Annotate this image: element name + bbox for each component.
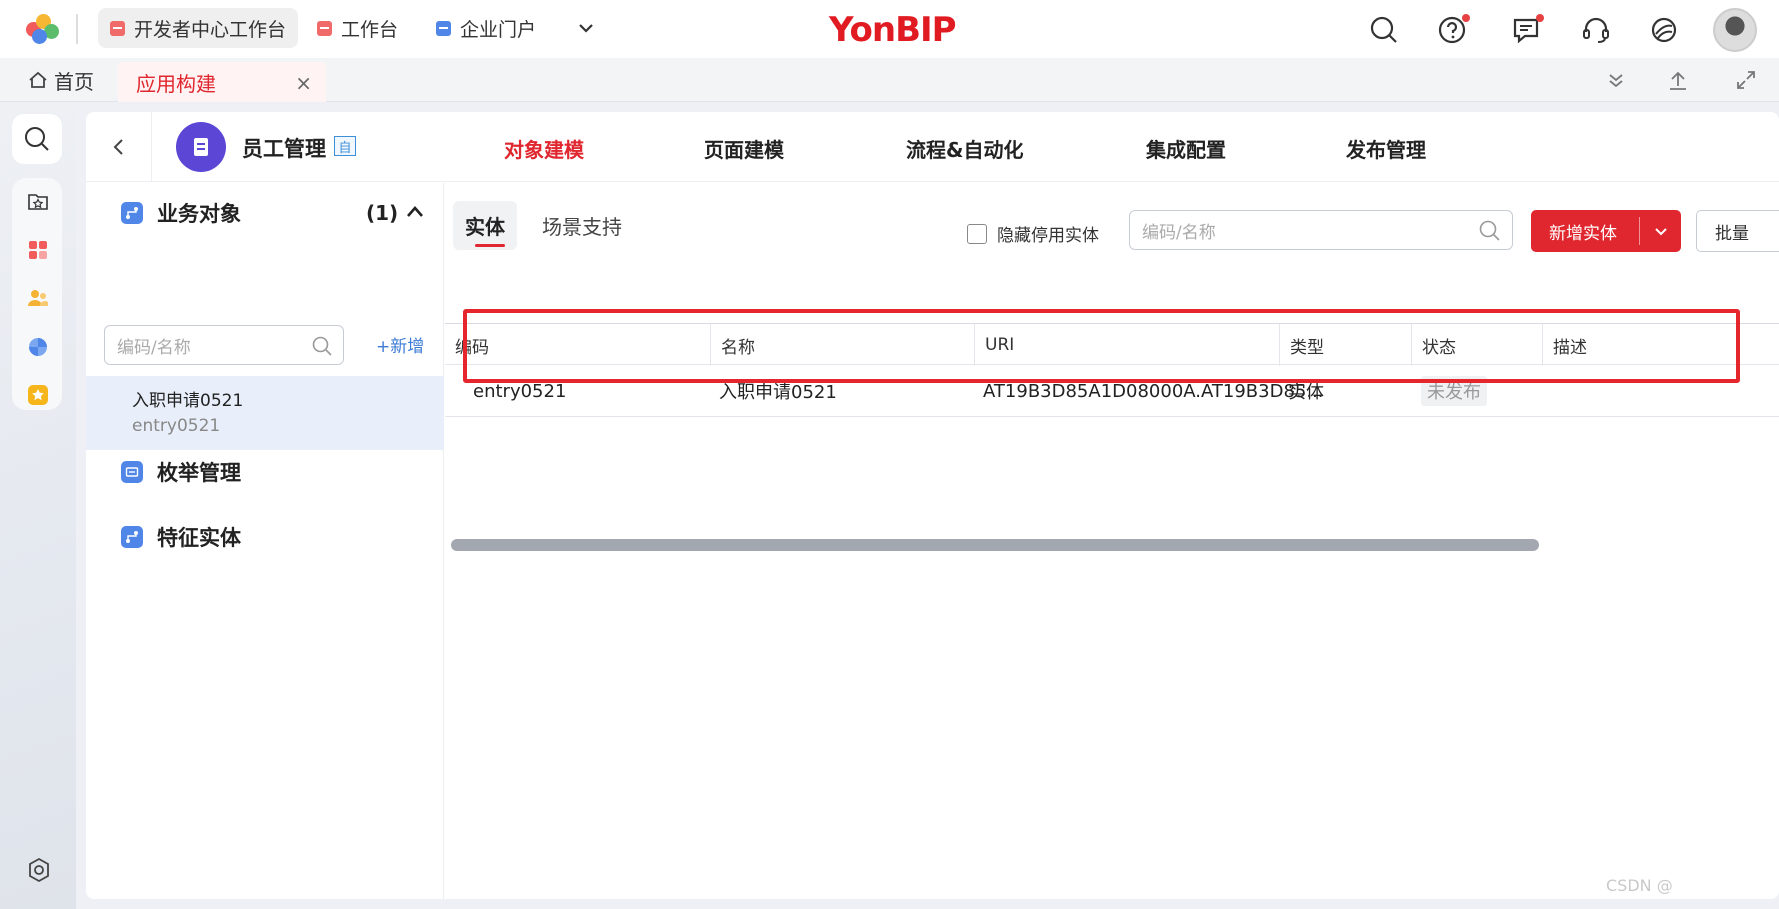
flow-icon bbox=[121, 526, 143, 548]
workbench-icon bbox=[110, 20, 125, 36]
star-badge-icon[interactable] bbox=[27, 384, 49, 406]
tab-label: 企业门户 bbox=[460, 18, 537, 41]
tab-entity[interactable]: 实体 bbox=[453, 201, 517, 250]
horizontal-scrollbar[interactable] bbox=[451, 539, 1539, 551]
tree-group-business-objects[interactable]: 业务对象 bbox=[121, 198, 241, 228]
highlight-annotation bbox=[463, 309, 1740, 383]
tab-label: 应用构建 bbox=[136, 71, 216, 96]
tree-group-enum-management[interactable]: 枚举管理 bbox=[121, 457, 241, 487]
chevron-down-icon[interactable] bbox=[576, 18, 596, 38]
entity-content: 实体 场景支持 隐藏停用实体 编码/名称 新增实体 批量 编码 名称 URI 类… bbox=[445, 183, 1779, 899]
user-avatar[interactable] bbox=[1713, 8, 1757, 52]
tab-label: 首页 bbox=[54, 69, 94, 94]
chevron-left-icon bbox=[113, 139, 123, 155]
notification-dot bbox=[1462, 14, 1470, 22]
message-icon[interactable] bbox=[1510, 14, 1544, 46]
settings-icon[interactable] bbox=[26, 857, 52, 883]
apps-grid-icon[interactable] bbox=[27, 239, 49, 261]
search-icon bbox=[25, 127, 49, 151]
home-icon bbox=[29, 71, 47, 88]
tab-process-automation[interactable]: 流程&自动化 bbox=[906, 134, 1023, 163]
tab-app-build[interactable]: 应用构建 × bbox=[118, 62, 326, 102]
fullscreen-icon[interactable] bbox=[1734, 68, 1758, 92]
flow-icon bbox=[121, 202, 143, 224]
help-icon[interactable] bbox=[1436, 14, 1470, 46]
tree-group-feature-entities[interactable]: 特征实体 bbox=[121, 522, 241, 552]
add-entity-label: 新增实体 bbox=[1549, 223, 1617, 244]
main-panel: 员工管理 自 对象建模 页面建模 流程&自动化 集成配置 发布管理 业务对象 (… bbox=[86, 112, 1779, 899]
tab-page-modeling[interactable]: 页面建模 bbox=[704, 134, 784, 163]
tab-home[interactable]: 首页 bbox=[28, 58, 94, 102]
checkbox-box bbox=[967, 223, 987, 244]
checkbox-label: 隐藏停用实体 bbox=[997, 226, 1099, 246]
brand-logo: YonBIP bbox=[829, 10, 957, 50]
users-icon[interactable] bbox=[27, 287, 49, 309]
tab-scene-support[interactable]: 场景支持 bbox=[530, 201, 634, 250]
divider bbox=[76, 14, 78, 44]
watermark: CSDN @ bbox=[1606, 876, 1673, 895]
add-label: 新增 bbox=[390, 337, 425, 357]
tab-developer-center[interactable]: 开发者中心工作台 bbox=[98, 8, 299, 48]
document-icon bbox=[194, 138, 208, 156]
page-tab-strip: 首页 应用构建 × bbox=[0, 58, 1779, 102]
tab-enterprise-portal[interactable]: 企业门户 bbox=[424, 8, 548, 48]
workbench-icon bbox=[317, 20, 332, 36]
left-rail bbox=[0, 102, 76, 909]
chevron-up-icon[interactable] bbox=[404, 201, 426, 223]
rail-search-button[interactable] bbox=[12, 114, 62, 164]
app-icon bbox=[176, 122, 226, 172]
tab-workbench[interactable]: 工作台 bbox=[305, 8, 410, 48]
top-bar: 开发者中心工作台 工作台 企业门户 YonBIP bbox=[0, 0, 1779, 58]
tab-object-modeling[interactable]: 对象建模 bbox=[504, 134, 584, 163]
tree-group-label: 特征实体 bbox=[157, 526, 241, 550]
favorites-folder-icon[interactable] bbox=[27, 190, 49, 212]
app-launcher-icon[interactable] bbox=[26, 14, 62, 44]
batch-button[interactable]: 批量 bbox=[1696, 210, 1779, 252]
tab-label: 开发者中心工作台 bbox=[134, 18, 287, 41]
document-icon bbox=[436, 20, 451, 36]
search-icon bbox=[312, 336, 332, 356]
search-icon bbox=[1479, 220, 1500, 241]
tree-item-name: 入职申请0521 bbox=[132, 391, 244, 411]
upload-icon[interactable] bbox=[1666, 68, 1690, 92]
app-type-badge: 自 bbox=[334, 136, 356, 156]
headset-icon[interactable] bbox=[1580, 14, 1612, 46]
chevron-down-icon[interactable] bbox=[1652, 222, 1670, 240]
divider bbox=[1639, 217, 1640, 245]
app-name: 员工管理 bbox=[242, 137, 326, 161]
app-header: 员工管理 自 对象建模 页面建模 流程&自动化 集成配置 发布管理 bbox=[86, 112, 1779, 182]
back-button[interactable] bbox=[86, 112, 152, 182]
tab-label: 工作台 bbox=[341, 18, 399, 41]
search-placeholder: 编码/名称 bbox=[1142, 222, 1216, 243]
add-object-button[interactable]: +新增 bbox=[376, 332, 424, 357]
close-icon[interactable]: × bbox=[295, 71, 312, 95]
tree-group-label: 枚举管理 bbox=[157, 461, 241, 485]
tree-item-selected[interactable]: 入职申请0521 entry0521 bbox=[86, 376, 444, 450]
plus-icon: + bbox=[376, 337, 391, 357]
notification-dot bbox=[1536, 14, 1544, 22]
ai-assistant-icon[interactable] bbox=[1648, 14, 1680, 46]
pinwheel-icon[interactable] bbox=[27, 336, 49, 358]
search-icon[interactable] bbox=[1368, 14, 1400, 46]
enum-icon bbox=[121, 461, 143, 483]
hide-disabled-checkbox[interactable]: 隐藏停用实体 bbox=[967, 221, 1099, 246]
entity-search-input[interactable]: 编码/名称 bbox=[1129, 210, 1513, 250]
tree-group-label: 业务对象 bbox=[157, 202, 241, 226]
search-placeholder: 编码/名称 bbox=[117, 337, 191, 358]
tree-item-code: entry0521 bbox=[132, 416, 221, 436]
object-tree: 业务对象 (1) 编码/名称 +新增 入职申请0521 entry0521 枚举… bbox=[86, 183, 444, 899]
add-entity-button[interactable]: 新增实体 bbox=[1531, 210, 1681, 252]
tree-search-input[interactable]: 编码/名称 bbox=[104, 325, 344, 365]
tab-integration-config[interactable]: 集成配置 bbox=[1146, 134, 1226, 163]
tab-publish-management[interactable]: 发布管理 bbox=[1346, 134, 1426, 163]
collapse-icon[interactable] bbox=[1604, 68, 1628, 92]
tree-group-count: (1) bbox=[366, 201, 399, 225]
